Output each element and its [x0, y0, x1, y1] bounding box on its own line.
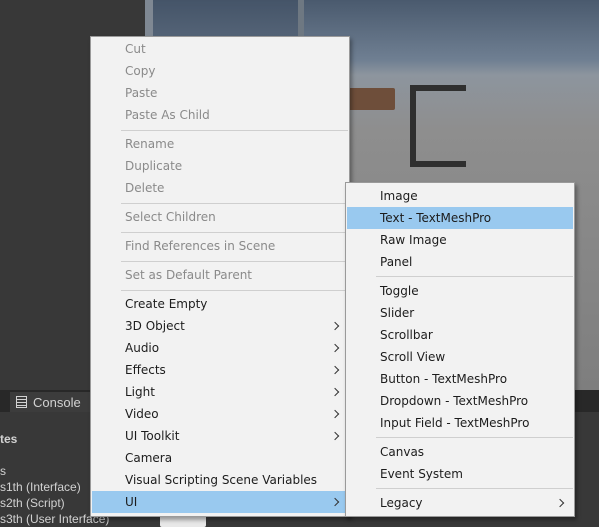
chevron-right-icon — [330, 365, 340, 375]
menu-item-find-references[interactable]: Find References in Scene — [92, 235, 348, 257]
menu-item-create-empty[interactable]: Create Empty — [92, 293, 348, 315]
menu-separator — [376, 276, 573, 277]
menu-separator — [121, 130, 348, 131]
submenu-item-input-field-textmeshpro[interactable]: Input Field - TextMeshPro — [347, 412, 573, 434]
context-menu: Cut Copy Paste Paste As Child Rename Dup… — [90, 36, 350, 517]
menu-item-camera[interactable]: Camera — [92, 447, 348, 469]
menu-item-ui[interactable]: UI — [92, 491, 348, 513]
chevron-right-icon — [555, 498, 565, 508]
menu-item-audio[interactable]: Audio — [92, 337, 348, 359]
inspector-row[interactable]: s1th (Interface) — [0, 480, 81, 494]
menu-item-set-default-parent[interactable]: Set as Default Parent — [92, 264, 348, 286]
menu-item-3d-object[interactable]: 3D Object — [92, 315, 348, 337]
chevron-right-icon — [330, 409, 340, 419]
submenu-item-button-textmeshpro[interactable]: Button - TextMeshPro — [347, 368, 573, 390]
chevron-right-icon — [330, 431, 340, 441]
menu-item-ui-toolkit[interactable]: UI Toolkit — [92, 425, 348, 447]
menu-separator — [376, 488, 573, 489]
submenu-item-slider[interactable]: Slider — [347, 302, 573, 324]
chevron-right-icon — [330, 343, 340, 353]
submenu-item-text-textmeshpro[interactable]: Text - TextMeshPro — [347, 207, 573, 229]
submenu-item-event-system[interactable]: Event System — [347, 463, 573, 485]
menu-separator — [121, 261, 348, 262]
menu-item-copy[interactable]: Copy — [92, 60, 348, 82]
submenu-item-legacy[interactable]: Legacy — [347, 492, 573, 514]
menu-item-rename[interactable]: Rename — [92, 133, 348, 155]
menu-item-select-children[interactable]: Select Children — [92, 206, 348, 228]
chevron-right-icon — [330, 387, 340, 397]
menu-item-light[interactable]: Light — [92, 381, 348, 403]
submenu-item-toggle[interactable]: Toggle — [347, 280, 573, 302]
menu-item-paste-as-child[interactable]: Paste As Child — [92, 104, 348, 126]
menu-item-visual-scripting[interactable]: Visual Scripting Scene Variables — [92, 469, 348, 491]
submenu-item-canvas[interactable]: Canvas — [347, 441, 573, 463]
submenu-item-scrollbar[interactable]: Scrollbar — [347, 324, 573, 346]
scene-chair — [410, 85, 466, 167]
ui-submenu: Image Text - TextMeshPro Raw Image Panel… — [345, 182, 575, 517]
menu-separator — [376, 437, 573, 438]
menu-item-paste[interactable]: Paste — [92, 82, 348, 104]
inspector-header: tes — [0, 432, 18, 446]
tab-console[interactable]: Console — [10, 392, 90, 414]
menu-item-duplicate[interactable]: Duplicate — [92, 155, 348, 177]
menu-item-delete[interactable]: Delete — [92, 177, 348, 199]
console-icon — [16, 396, 27, 408]
chevron-right-icon — [330, 321, 340, 331]
menu-separator — [121, 232, 348, 233]
menu-separator — [121, 203, 348, 204]
inspector-row[interactable]: s2th (Script) — [0, 496, 65, 510]
submenu-item-scroll-view[interactable]: Scroll View — [347, 346, 573, 368]
submenu-item-raw-image[interactable]: Raw Image — [347, 229, 573, 251]
submenu-item-dropdown-textmeshpro[interactable]: Dropdown - TextMeshPro — [347, 390, 573, 412]
menu-item-effects[interactable]: Effects — [92, 359, 348, 381]
chevron-right-icon — [330, 497, 340, 507]
tab-console-label: Console — [33, 395, 81, 410]
submenu-item-panel[interactable]: Panel — [347, 251, 573, 273]
menu-item-video[interactable]: Video — [92, 403, 348, 425]
submenu-item-image[interactable]: Image — [347, 185, 573, 207]
menu-separator — [121, 290, 348, 291]
inspector-section: s — [0, 464, 6, 478]
menu-item-cut[interactable]: Cut — [92, 38, 348, 60]
